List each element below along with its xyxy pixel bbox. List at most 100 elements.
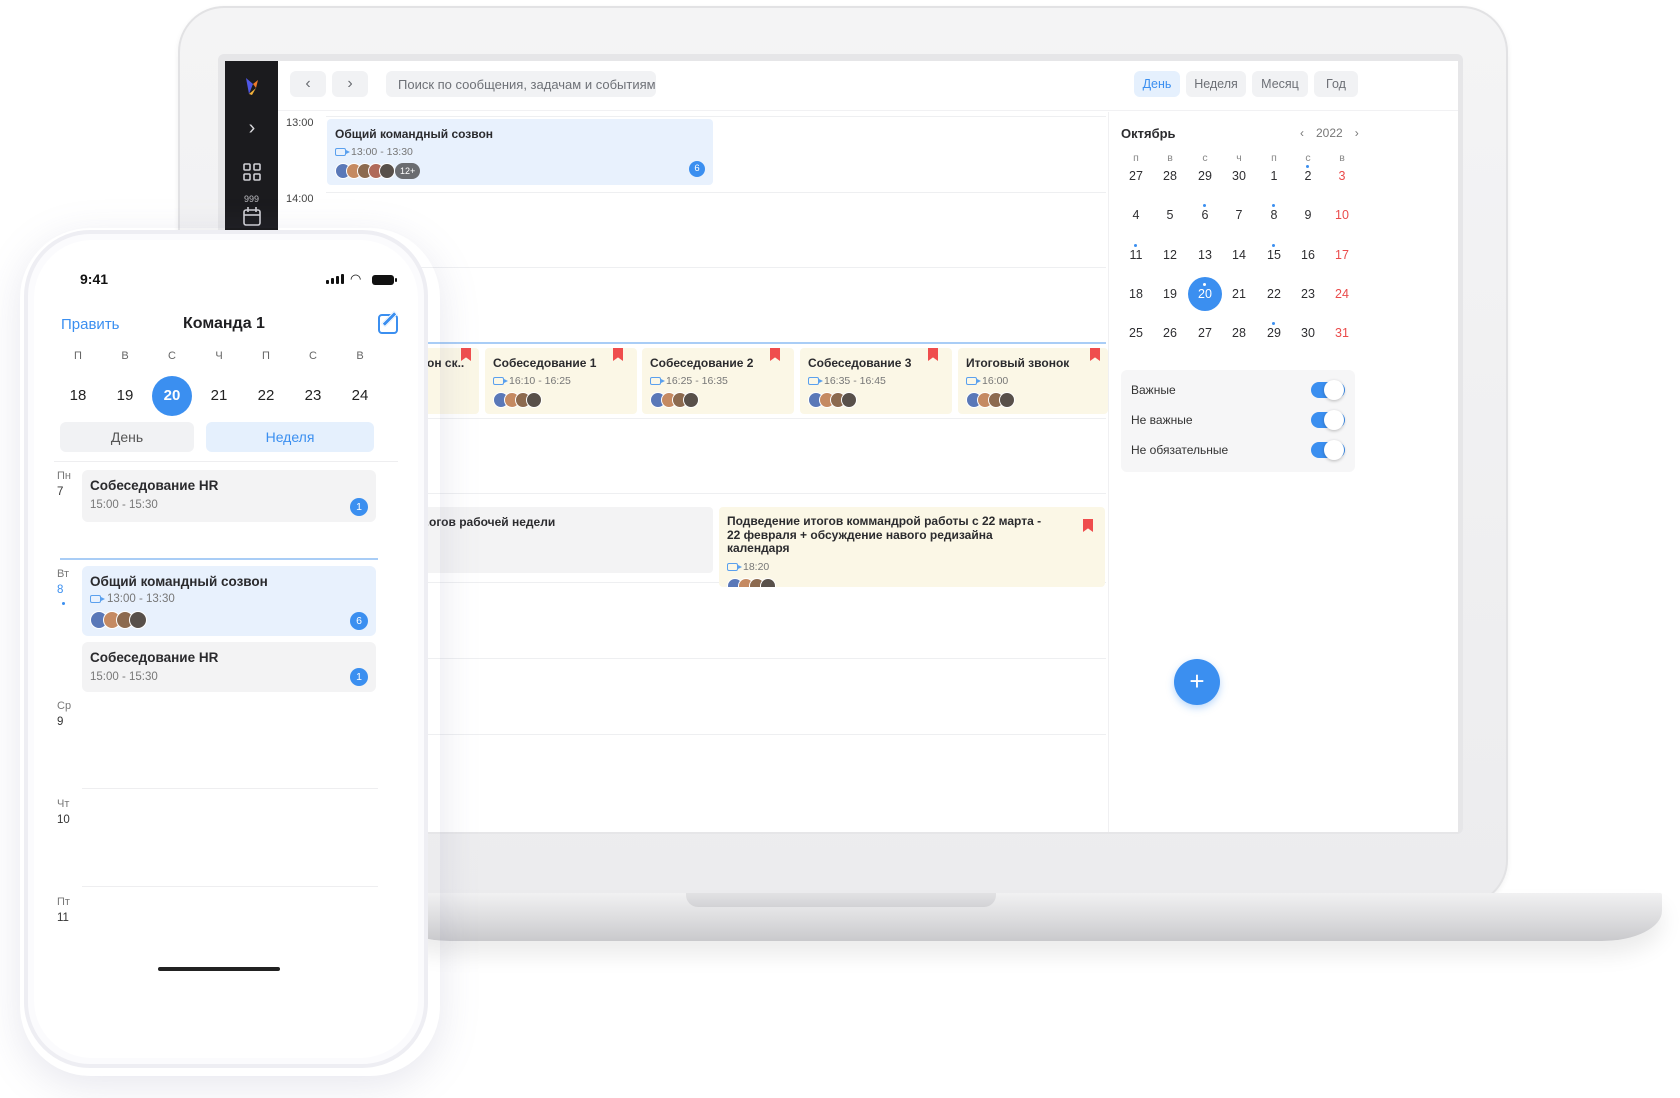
week-day-number[interactable]: 22 [246,376,286,416]
calendar-day[interactable]: 18 [1119,277,1153,311]
calendar-day[interactable]: 31 [1325,316,1359,350]
event-indicator-dot [1272,204,1275,207]
app-logo-icon[interactable] [240,75,262,97]
agenda-day-label: Пт 11 [57,894,70,926]
week-day-label: П [262,350,270,362]
calendar-day[interactable]: 13 [1188,238,1222,272]
event-time-text: 13:00 - 13:30 [107,593,175,605]
calendar-day[interactable]: 21 [1222,277,1256,311]
participants-avatars[interactable] [808,392,944,408]
filter-toggle[interactable] [1311,380,1345,400]
event-count-badge: 6 [689,161,705,177]
agenda-dow: Чт [57,798,70,810]
apps-grid-icon[interactable] [239,159,265,185]
compose-icon[interactable] [378,314,398,334]
calendar-day[interactable]: 24 [1325,277,1359,311]
status-bar-time: 9:41 [80,271,109,287]
participants-avatars[interactable] [650,392,786,408]
calendar-day[interactable]: 12 [1153,238,1187,272]
week-day-label: Ч [215,350,223,362]
participants-avatars[interactable] [727,577,1097,587]
week-day-number[interactable]: 23 [293,376,333,416]
video-camera-icon [650,377,665,385]
filter-toggle[interactable] [1311,410,1345,430]
calendar-day[interactable]: 16 [1291,238,1325,272]
calendar-day[interactable]: 28 [1222,316,1256,350]
event-time: 16:00 [966,375,1100,387]
event-title: Подведение итогов коммандрой работы с 22… [727,515,1042,555]
view-day-button[interactable]: День [1134,71,1180,97]
event-title: Собеседование 2 [650,356,754,370]
calendar-day[interactable]: 27 [1188,316,1222,350]
event-card[interactable]: Подведение итогов коммандрой работы с 22… [719,507,1105,587]
calendar-day[interactable]: 26 [1153,316,1187,350]
week-day-number[interactable]: 24 [340,376,380,416]
avatar [760,577,776,587]
calendar-day[interactable]: 10 [1325,198,1359,232]
calendar-day[interactable]: 30 [1291,316,1325,350]
agenda-event-card[interactable]: Собеседование HR 15:00 - 15:30 1 [82,470,376,522]
participants-avatars[interactable]: 12+ [335,163,705,179]
event-time-text: 16:35 - 16:45 [824,375,886,387]
next-year-chevron-icon[interactable]: › [1355,126,1359,140]
chevron-right-icon: › [347,75,353,92]
agenda-dow: Вт [57,568,70,580]
segment-week[interactable]: Неделя [206,422,374,452]
agenda-event-card[interactable]: Общий командный созвон 13:00 - 13:30 6 [82,566,376,636]
view-year-button[interactable]: Год [1314,71,1358,97]
agenda-event-card[interactable]: Собеседование HR 15:00 - 15:30 1 [82,642,376,692]
calendar-day[interactable]: 1 [1257,159,1291,193]
week-day-number[interactable]: 19 [105,376,145,416]
search-input[interactable] [386,71,656,97]
back-button[interactable]: ‹ [290,71,326,97]
calendar-day[interactable]: 29 [1188,159,1222,193]
calendar-day[interactable]: 25 [1119,316,1153,350]
week-day-number[interactable]: 20 [152,376,192,416]
avatar [129,611,147,629]
participants-avatars[interactable] [90,611,368,629]
forward-button[interactable]: › [332,71,368,97]
week-day-number[interactable]: 21 [199,376,239,416]
calendar-day[interactable]: 30 [1222,159,1256,193]
calendar-day[interactable]: 17 [1325,238,1359,272]
agenda-day-number: 8 [57,584,64,596]
event-card[interactable]: Итоговый звонок 16:00 [958,348,1108,414]
event-card[interactable]: Собеседование 3 16:35 - 16:45 [800,348,952,414]
week-day-label: В [121,350,129,362]
add-event-button[interactable]: + [1174,659,1220,705]
calendar-day[interactable]: 14 [1222,238,1256,272]
calendar-day[interactable]: 9 [1291,198,1325,232]
week-day-number[interactable]: 18 [58,376,98,416]
sidebar-expand-chevron-icon[interactable]: › [239,115,265,141]
calendar-icon[interactable] [239,204,265,230]
event-card[interactable]: Собеседование 1 16:10 - 16:25 [485,348,637,414]
calendar-day[interactable]: 3 [1325,159,1359,193]
calendar-day[interactable]: 4 [1119,198,1153,232]
prev-year-chevron-icon[interactable]: ‹ [1300,126,1304,140]
participants-avatars[interactable] [966,392,1100,408]
toolbar: ‹ › День Неделя Месяц Год [278,61,1458,111]
calendar-day[interactable]: 28 [1153,159,1187,193]
avatar [999,392,1015,408]
segment-day[interactable]: День [60,422,194,452]
hour-line [326,493,1106,494]
calendar-day[interactable]: 19 [1153,277,1187,311]
calendar-day[interactable]: 23 [1291,277,1325,311]
event-card[interactable]: Общий командный созвон 13:00 - 13:30 12+… [327,119,713,185]
filter-toggle[interactable] [1311,440,1345,460]
view-month-button[interactable]: Месяц [1252,71,1308,97]
filters-panel: Важные Не важные Не обязательные [1121,370,1355,472]
avatar [379,163,395,179]
agenda-day-number: 10 [57,814,70,826]
current-time-line [60,558,378,560]
event-time: 15:00 - 15:30 [90,671,158,683]
participants-avatars[interactable] [493,392,629,408]
calendar-day[interactable]: 22 [1257,277,1291,311]
event-card[interactable]: Собеседование 2 16:25 - 16:35 [642,348,794,414]
calendar-day[interactable]: 27 [1119,159,1153,193]
view-week-button[interactable]: Неделя [1186,71,1246,97]
calendar-day[interactable]: 5 [1153,198,1187,232]
agenda-day-number: 9 [57,716,64,728]
edit-button[interactable]: Править [61,316,120,333]
calendar-day[interactable]: 7 [1222,198,1256,232]
